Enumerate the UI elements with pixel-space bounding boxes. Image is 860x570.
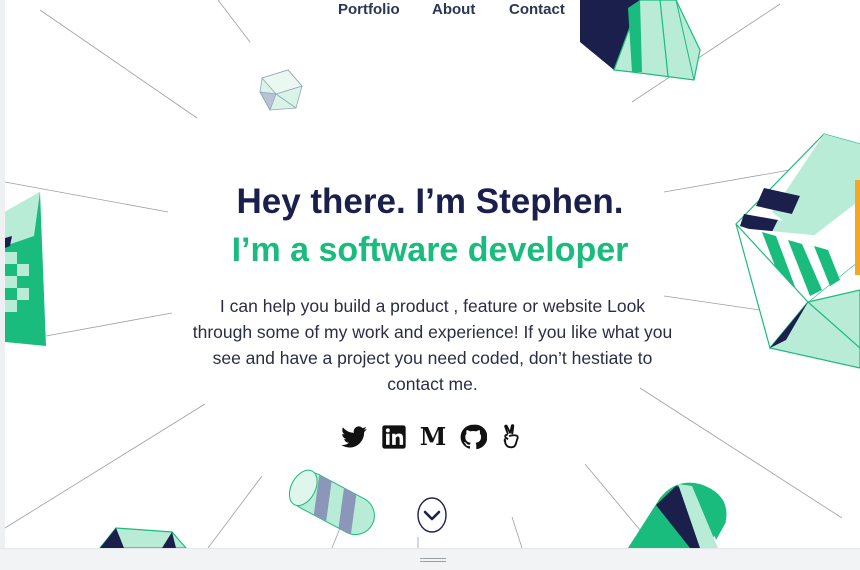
hero-description: I can help you build a product , feature… bbox=[160, 293, 705, 397]
angellist-icon bbox=[503, 424, 519, 449]
background-decoration bbox=[4, 0, 860, 549]
linkedin-icon bbox=[382, 425, 406, 449]
resize-handle[interactable] bbox=[420, 558, 446, 564]
social-links: M bbox=[340, 423, 525, 453]
hero-title: Hey there. I’m Stephen. bbox=[236, 182, 624, 221]
bottom-resize-bar bbox=[0, 548, 860, 570]
nav-link-portfolio[interactable]: Portfolio bbox=[338, 1, 400, 18]
cylinder-shape bbox=[288, 469, 375, 536]
chevron-down-icon bbox=[417, 497, 447, 533]
nav-link-contact[interactable]: Contact bbox=[509, 1, 565, 18]
top-navigation: Portfolio About Contact bbox=[0, 0, 860, 22]
linkedin-link[interactable] bbox=[380, 423, 408, 451]
github-icon bbox=[460, 424, 487, 450]
capsule-shape-bottom-right bbox=[628, 482, 727, 548]
github-link[interactable] bbox=[459, 423, 487, 451]
hero-description-line-1: I can help you build a product , feature… bbox=[219, 296, 646, 316]
hero-subtitle: I’m a software developer bbox=[231, 231, 629, 269]
medium-link[interactable]: M bbox=[419, 423, 447, 451]
background-lines bbox=[4, 0, 843, 549]
prism-shape-bottom-left bbox=[98, 527, 188, 549]
hero-description-line-2: through some of my work and experience! … bbox=[192, 322, 673, 342]
twitter-link[interactable] bbox=[340, 423, 368, 451]
medium-icon: M bbox=[419, 422, 447, 451]
small-cube-shape bbox=[259, 69, 303, 111]
hero-description-line-3: see and have a project you need coded, d… bbox=[212, 348, 653, 368]
hero-description-line-4: contact me. bbox=[387, 374, 478, 394]
angellist-link[interactable] bbox=[498, 423, 526, 451]
scroll-down-button[interactable] bbox=[417, 497, 447, 533]
twitter-icon bbox=[341, 426, 367, 448]
nav-link-about[interactable]: About bbox=[432, 1, 475, 18]
